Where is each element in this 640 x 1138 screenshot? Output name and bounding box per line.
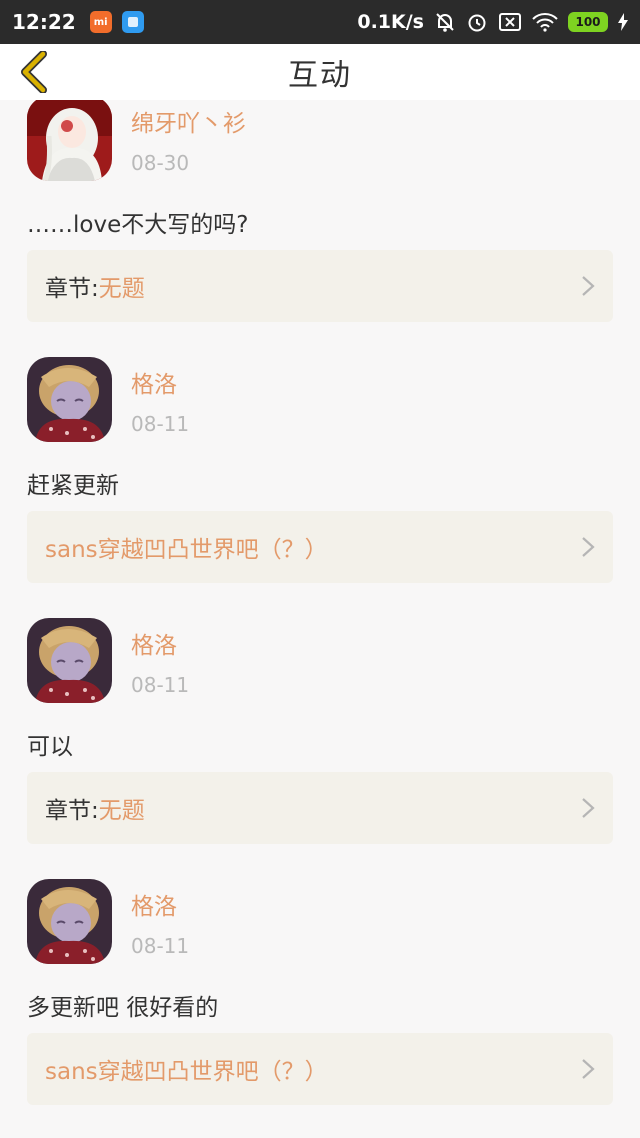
- mute-bell-icon: [434, 11, 456, 33]
- avatar-blond-boy-red-scarf: [27, 618, 112, 703]
- comment-date: 08-11: [131, 934, 190, 958]
- header-bar: 互动: [0, 44, 640, 100]
- avatar[interactable]: [27, 879, 112, 964]
- chapter-link[interactable]: sans穿越凹凸世界吧（？）: [27, 1033, 613, 1105]
- chapter-link[interactable]: sans穿越凹凸世界吧（？）: [27, 511, 613, 583]
- alarm-icon: [466, 11, 488, 33]
- chevron-right-icon: [582, 1059, 595, 1079]
- wifi-icon: [532, 12, 558, 32]
- chapter-label: 章节:: [45, 276, 99, 302]
- comment-date: 08-11: [131, 412, 190, 436]
- comment-date: 08-30: [131, 151, 190, 175]
- chevron-right-icon: [582, 798, 595, 818]
- net-speed: 0.1K/s: [357, 11, 424, 33]
- comment-username[interactable]: 格洛: [131, 887, 177, 921]
- chapter-title: 无题: [98, 798, 145, 824]
- chapter-label: 章节:: [45, 798, 99, 824]
- comment-item: 绵牙吖丶衫 08-30 ……love不大写的吗? 章节: 无题: [0, 100, 640, 357]
- chevron-right-icon: [582, 537, 595, 557]
- chapter-link[interactable]: 章节: 无题: [27, 772, 613, 844]
- comment-username[interactable]: 格洛: [131, 626, 177, 660]
- avatar-blond-boy-red-scarf: [27, 357, 112, 442]
- avatar[interactable]: [27, 100, 112, 181]
- back-button[interactable]: [14, 50, 54, 94]
- charging-icon: [618, 13, 628, 31]
- comment-list[interactable]: 绵牙吖丶衫 08-30 ……love不大写的吗? 章节: 无题 格洛 08-11…: [0, 100, 640, 1138]
- no-sim-icon: [498, 12, 522, 32]
- comment-item: 格洛 08-11 多更新吧 很好看的 sans穿越凹凸世界吧（？）: [0, 879, 640, 1138]
- notification-app-icon: [121, 11, 144, 33]
- comment-text: 赶紧更新: [27, 473, 119, 499]
- chapter-title: sans穿越凹凸世界吧（？）: [45, 1059, 328, 1085]
- status-bar: 12:22 mi 0.1K/s 100: [0, 0, 640, 44]
- battery-indicator: 100: [568, 12, 608, 32]
- comment-username[interactable]: 绵牙吖丶衫: [131, 104, 246, 138]
- mi-app-icon: mi: [89, 11, 112, 33]
- avatar-white-hair-girl: [27, 100, 112, 181]
- comment-item: 格洛 08-11 可以 章节: 无题: [0, 618, 640, 879]
- comment-date: 08-11: [131, 673, 190, 697]
- status-time: 12:22: [12, 10, 76, 34]
- chapter-link[interactable]: 章节: 无题: [27, 250, 613, 322]
- comment-item: 格洛 08-11 赶紧更新 sans穿越凹凸世界吧（？）: [0, 357, 640, 618]
- page-title: 互动: [288, 58, 352, 93]
- avatar[interactable]: [27, 357, 112, 442]
- chapter-title: sans穿越凹凸世界吧（？）: [45, 537, 328, 563]
- avatar[interactable]: [27, 618, 112, 703]
- comment-text: ……love不大写的吗?: [27, 212, 249, 238]
- chevron-right-icon: [582, 276, 595, 296]
- back-arrow-icon: [21, 51, 47, 93]
- chapter-title: 无题: [98, 276, 145, 302]
- comment-username[interactable]: 格洛: [131, 365, 177, 399]
- comment-text: 多更新吧 很好看的: [27, 995, 219, 1021]
- avatar-blond-boy-red-scarf: [27, 879, 112, 964]
- comment-text: 可以: [27, 734, 73, 760]
